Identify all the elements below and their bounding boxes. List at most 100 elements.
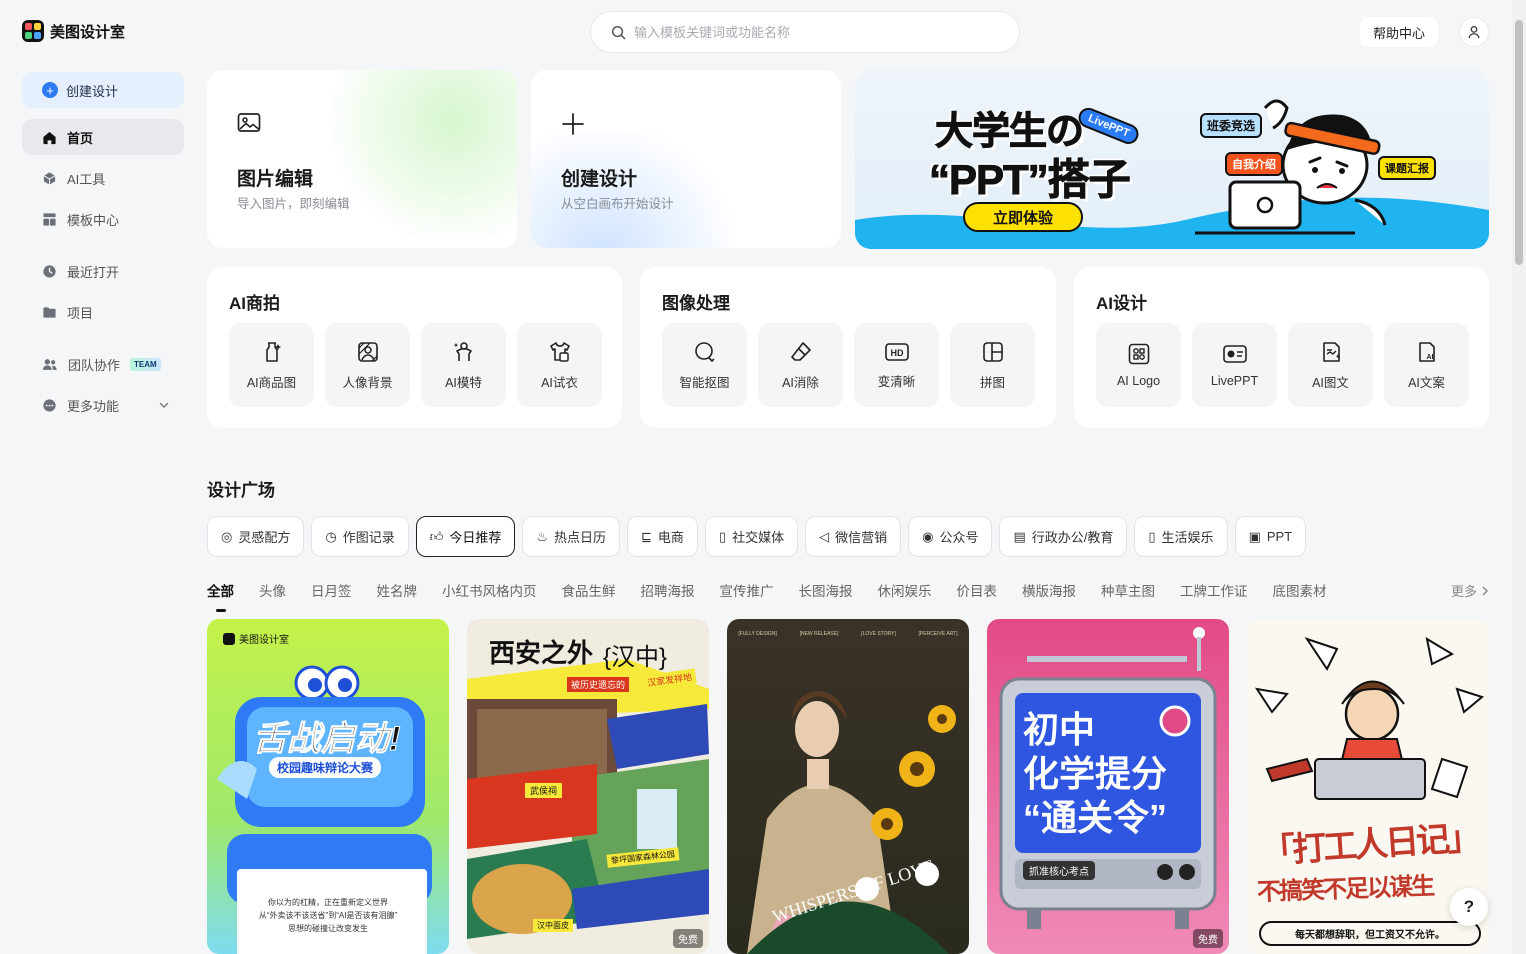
logo-grid-icon (1128, 343, 1149, 365)
tool-label: AI试衣 (541, 375, 578, 390)
tool-ai-logo[interactable]: AI Logo (1096, 323, 1181, 407)
promo-banner-liveppt[interactable]: 大学生の “PPT”搭子 LivePPT 立即体验 班委竞选 自我介绍 课题汇报 (855, 70, 1489, 249)
chip-label: 微信营销 (835, 530, 888, 545)
tool-enhance-clarity[interactable]: HD 变清晰 (854, 323, 939, 407)
user-avatar-button[interactable] (1459, 17, 1489, 47)
tool-label: AI模特 (445, 375, 482, 390)
cart-icon: ⊑ (641, 528, 652, 544)
tab-fresh-food[interactable]: 食品生鲜 (562, 580, 616, 600)
quick-card-create-design[interactable]: 创建设计 从空白画布开始设计 (531, 70, 841, 248)
chip-label: 作图记录 (342, 530, 395, 545)
quick-card-image-edit[interactable]: 图片编辑 导入图片，即刻编辑 (207, 70, 517, 248)
create-design-button[interactable]: + 创建设计 (22, 72, 184, 108)
phone-icon: ▯ (718, 528, 727, 544)
tool-portrait-background[interactable]: 人像背景 (325, 323, 410, 407)
chip-ppt[interactable]: ▣ PPT (1234, 516, 1307, 557)
tabs-more-button[interactable]: 更多 (1451, 581, 1489, 600)
sidebar-item-projects[interactable]: 项目 (22, 294, 184, 330)
tab-product-main[interactable]: 种草主图 (1101, 580, 1155, 600)
template-title-2: {汉中} (603, 644, 668, 671)
tool-ai-graphic-text[interactable]: AI图文 (1288, 323, 1373, 407)
template-card-debate[interactable]: 美图设计室 舌战启动! 校园趣味辩论大赛 你以为的杠精，正在重新定义世界 从“外… (207, 619, 449, 954)
search-input[interactable] (634, 24, 994, 40)
sidebar-item-home[interactable]: 首页 (22, 119, 184, 155)
tool-ai-eraser[interactable]: AI消除 (758, 323, 843, 407)
sidebar-item-templates[interactable]: 模板中心 (22, 201, 184, 237)
tab-recruiting-poster[interactable]: 招聘海报 (641, 580, 695, 600)
tab-landscape-poster[interactable]: 横版海报 (1022, 580, 1076, 600)
plaza-tabs: 全部 头像 日月签 姓名牌 小红书风格内页 食品生鲜 招聘海报 宣传推广 长图海… (207, 580, 1327, 612)
chip-official-account[interactable]: ◉ 公众号 (908, 516, 993, 557)
banner-cta-button[interactable]: 立即体验 (963, 202, 1083, 232)
template-title-3: “通关令” (1023, 797, 1168, 838)
slides-icon: ▣ (1248, 528, 1261, 544)
chevron-down-icon (159, 402, 169, 408)
tool-liveppt[interactable]: LivePPT (1192, 323, 1277, 407)
page-scrollbar[interactable] (1512, 0, 1526, 954)
sidebar-item-label: 模板中心 (67, 212, 120, 228)
folder-icon (43, 306, 56, 318)
template-body-2: 从“外卖该不该送省”到“AI是否该有泪腺” (258, 911, 398, 920)
portrait-frame-icon (357, 341, 378, 362)
chip-label: 生活娱乐 (1161, 530, 1214, 545)
tab-xiaohongshu-page[interactable]: 小红书风格内页 (442, 580, 537, 600)
tab-daily-sign[interactable]: 日月签 (311, 580, 352, 600)
tab-work-badge[interactable]: 工牌工作证 (1180, 580, 1248, 600)
plus-icon: + (42, 82, 58, 98)
chip-office-education[interactable]: ▤ 行政办公/教育 (999, 516, 1128, 557)
help-center-button[interactable]: 帮助中心 (1360, 17, 1439, 47)
tab-name-card[interactable]: 姓名牌 (377, 580, 418, 600)
chip-label: 今日推荐 (449, 530, 502, 545)
sidebar-item-label: 更多功能 (67, 398, 120, 414)
ai-document-icon: AI (1418, 341, 1435, 362)
megaphone-icon: ◁ (819, 528, 830, 544)
tool-ai-product-image[interactable]: AI商品图 (229, 323, 314, 407)
chip-lifestyle[interactable]: ▯ 生活娱乐 (1134, 516, 1228, 557)
app-logo[interactable]: 美图设计室 (22, 20, 125, 42)
sidebar-item-more[interactable]: 更多功能 (22, 387, 184, 423)
ai-cube-icon (43, 171, 56, 185)
template-card-whispers-of-love[interactable]: [FULLY DESIGN] [NEW RELEASE] [LOVE STORY][… (727, 619, 969, 954)
chip-social-media[interactable]: ▯ 社交媒体 (704, 516, 799, 557)
sidebar-item-ai-tools[interactable]: AI工具 (22, 160, 184, 196)
tool-label: AI Logo (1116, 374, 1161, 388)
chip-inspiration[interactable]: ◎ 灵感配方 (207, 516, 305, 557)
chip-ecommerce[interactable]: ⊑ 电商 (627, 516, 698, 557)
svg-text:AI: AI (1426, 354, 1433, 361)
template-tag-1: 被历史遗忘的 (567, 677, 630, 692)
template-card-hanzhong[interactable]: 西安之外 {汉中} 被历史遗忘的 汉家发祥地 武侯祠 黎坪国家森林公园 汉中面皮… (467, 619, 709, 954)
chip-today-recommend[interactable]: 👍︎ 今日推荐 (415, 516, 516, 557)
tool-label: AI图文 (1312, 375, 1349, 390)
template-body-3: 思想的碰撞让改变发生 (288, 924, 368, 933)
sidebar-item-team[interactable]: 团队协作 TEAM (22, 346, 184, 382)
scrollbar-thumb[interactable] (1515, 20, 1523, 265)
chip-wechat-marketing[interactable]: ◁ 微信营销 (805, 516, 902, 557)
tool-ai-model[interactable]: AI模特 (421, 323, 506, 407)
help-question-button[interactable]: ? (1450, 888, 1488, 926)
team-icon (42, 358, 57, 370)
template-card-chemistry[interactable]: 初中 化学提分 “通关令” 抓准核心考点 免费 (987, 619, 1229, 954)
tool-label: 变清晰 (877, 374, 916, 389)
chip-history[interactable]: ◷ 作图记录 (311, 516, 409, 557)
tab-promotion[interactable]: 宣传推广 (720, 580, 774, 600)
tool-collage[interactable]: 拼图 (950, 323, 1035, 407)
free-badge: 免费 (1193, 929, 1223, 948)
tab-price-list[interactable]: 价目表 (957, 580, 998, 600)
search-bar[interactable] (590, 11, 1020, 53)
hd-icon: HD (884, 342, 909, 361)
tab-avatar[interactable]: 头像 (259, 580, 286, 600)
tab-leisure[interactable]: 休闲娱乐 (878, 580, 932, 600)
sidebar-item-recent[interactable]: 最近打开 (22, 253, 184, 289)
tab-long-poster[interactable]: 长图海报 (799, 580, 853, 600)
tool-ai-copywriting[interactable]: AI AI文案 (1384, 323, 1469, 407)
tool-smart-cutout[interactable]: 智能抠图 (662, 323, 747, 407)
tab-all[interactable]: 全部 (207, 580, 234, 612)
tool-ai-try-on[interactable]: AI试衣 (517, 323, 602, 407)
svg-text:HD: HD (890, 348, 903, 358)
plus-icon (562, 113, 584, 135)
chevron-right-icon (1482, 586, 1489, 595)
chip-hot-calendar[interactable]: ♨ 热点日历 (522, 516, 620, 557)
tool-group-ai-design: AI设计 AI Logo LivePPT AI图文 AI AI文案 (1074, 267, 1489, 428)
tab-base-material[interactable]: 底图素材 (1273, 580, 1327, 600)
logo-mark-icon (22, 20, 44, 42)
